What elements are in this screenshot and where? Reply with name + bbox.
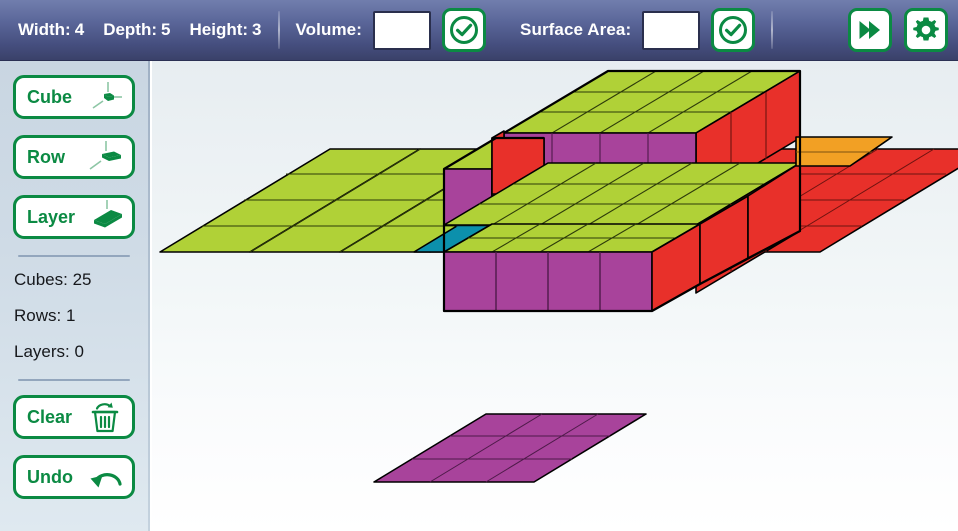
undo-button-label: Undo [27,467,73,487]
toolbar-right-actions [848,8,948,52]
tool-button-layer-label: Layer [27,207,76,227]
tool-button-cube-label: Cube [27,87,72,107]
tool-button-layer[interactable]: Layer [13,195,135,239]
isometric-scene[interactable] [152,61,958,531]
check-circle-icon [719,16,748,44]
sidebar-divider-bottom [18,379,130,381]
cube-block-front-face[interactable] [443,251,653,312]
dimension-height: Height: 3 [189,20,261,40]
fast-forward-button[interactable] [848,8,892,52]
dimension-readouts: Width: 4 Depth: 5 Height: 3 [18,20,262,40]
dimension-height-label: Height: [189,20,249,39]
left-sidebar: Cube Row Layer Cubes: 25 Rows: 1 Layers:… [0,61,150,531]
fast-forward-icon [859,21,880,39]
app-root: Width: 4 Depth: 5 Height: 3 Volume: Surf… [0,0,958,531]
surface-area-check-button[interactable] [711,8,756,52]
stat-rows: Rows: 1 [14,306,76,325]
sidebar-actions: Clear Undo [0,395,148,499]
layer-tool-icon [94,200,122,228]
undo-button[interactable]: Undo [13,455,135,499]
stat-layers: Layers: 0 [14,342,84,361]
sidebar-divider-top [18,255,130,257]
volume-label: Volume: [295,20,363,39]
tool-button-cube[interactable]: Cube [13,75,135,119]
row-tool-icon [89,141,121,170]
top-toolbar: Width: 4 Depth: 5 Height: 3 Volume: Surf… [0,0,958,61]
toolbar-separator-1 [277,11,280,49]
build-canvas[interactable] [152,61,958,531]
stat-cubes: Cubes: 25 [14,270,92,289]
settings-button[interactable] [904,8,948,52]
dimension-width: Width: 4 [18,20,84,40]
volume-check-button[interactable] [442,8,487,52]
dimension-depth: Depth: 5 [103,20,170,40]
surface-area-input[interactable] [642,10,701,50]
tool-button-row-label: Row [27,147,65,167]
dimension-depth-label: Depth: [103,20,158,39]
dimension-width-value: 4 [74,20,85,39]
volume-field-group: Volume: [296,8,487,52]
cube-tool-icon [92,82,122,109]
volume-input[interactable] [373,10,432,50]
undo-arrow-icon [90,473,122,488]
clear-button[interactable]: Clear [13,395,135,439]
tool-button-row[interactable]: Row [13,135,135,179]
dimension-depth-value: 5 [161,20,171,39]
toolbar-separator-2 [771,11,774,49]
sidebar-stats: Cubes: 25 Rows: 1 Layers: 0 [0,271,148,360]
trash-icon [91,402,119,433]
check-circle-icon [450,16,479,44]
floor-purple-plane[interactable] [373,413,647,483]
dimension-width-label: Width: [18,20,71,39]
dimension-height-value: 3 [252,20,262,39]
gear-icon [913,17,939,41]
surface-area-label: Surface Area: [520,20,632,39]
surface-area-field-group: Surface Area: [520,8,756,52]
clear-button-label: Clear [27,407,73,427]
